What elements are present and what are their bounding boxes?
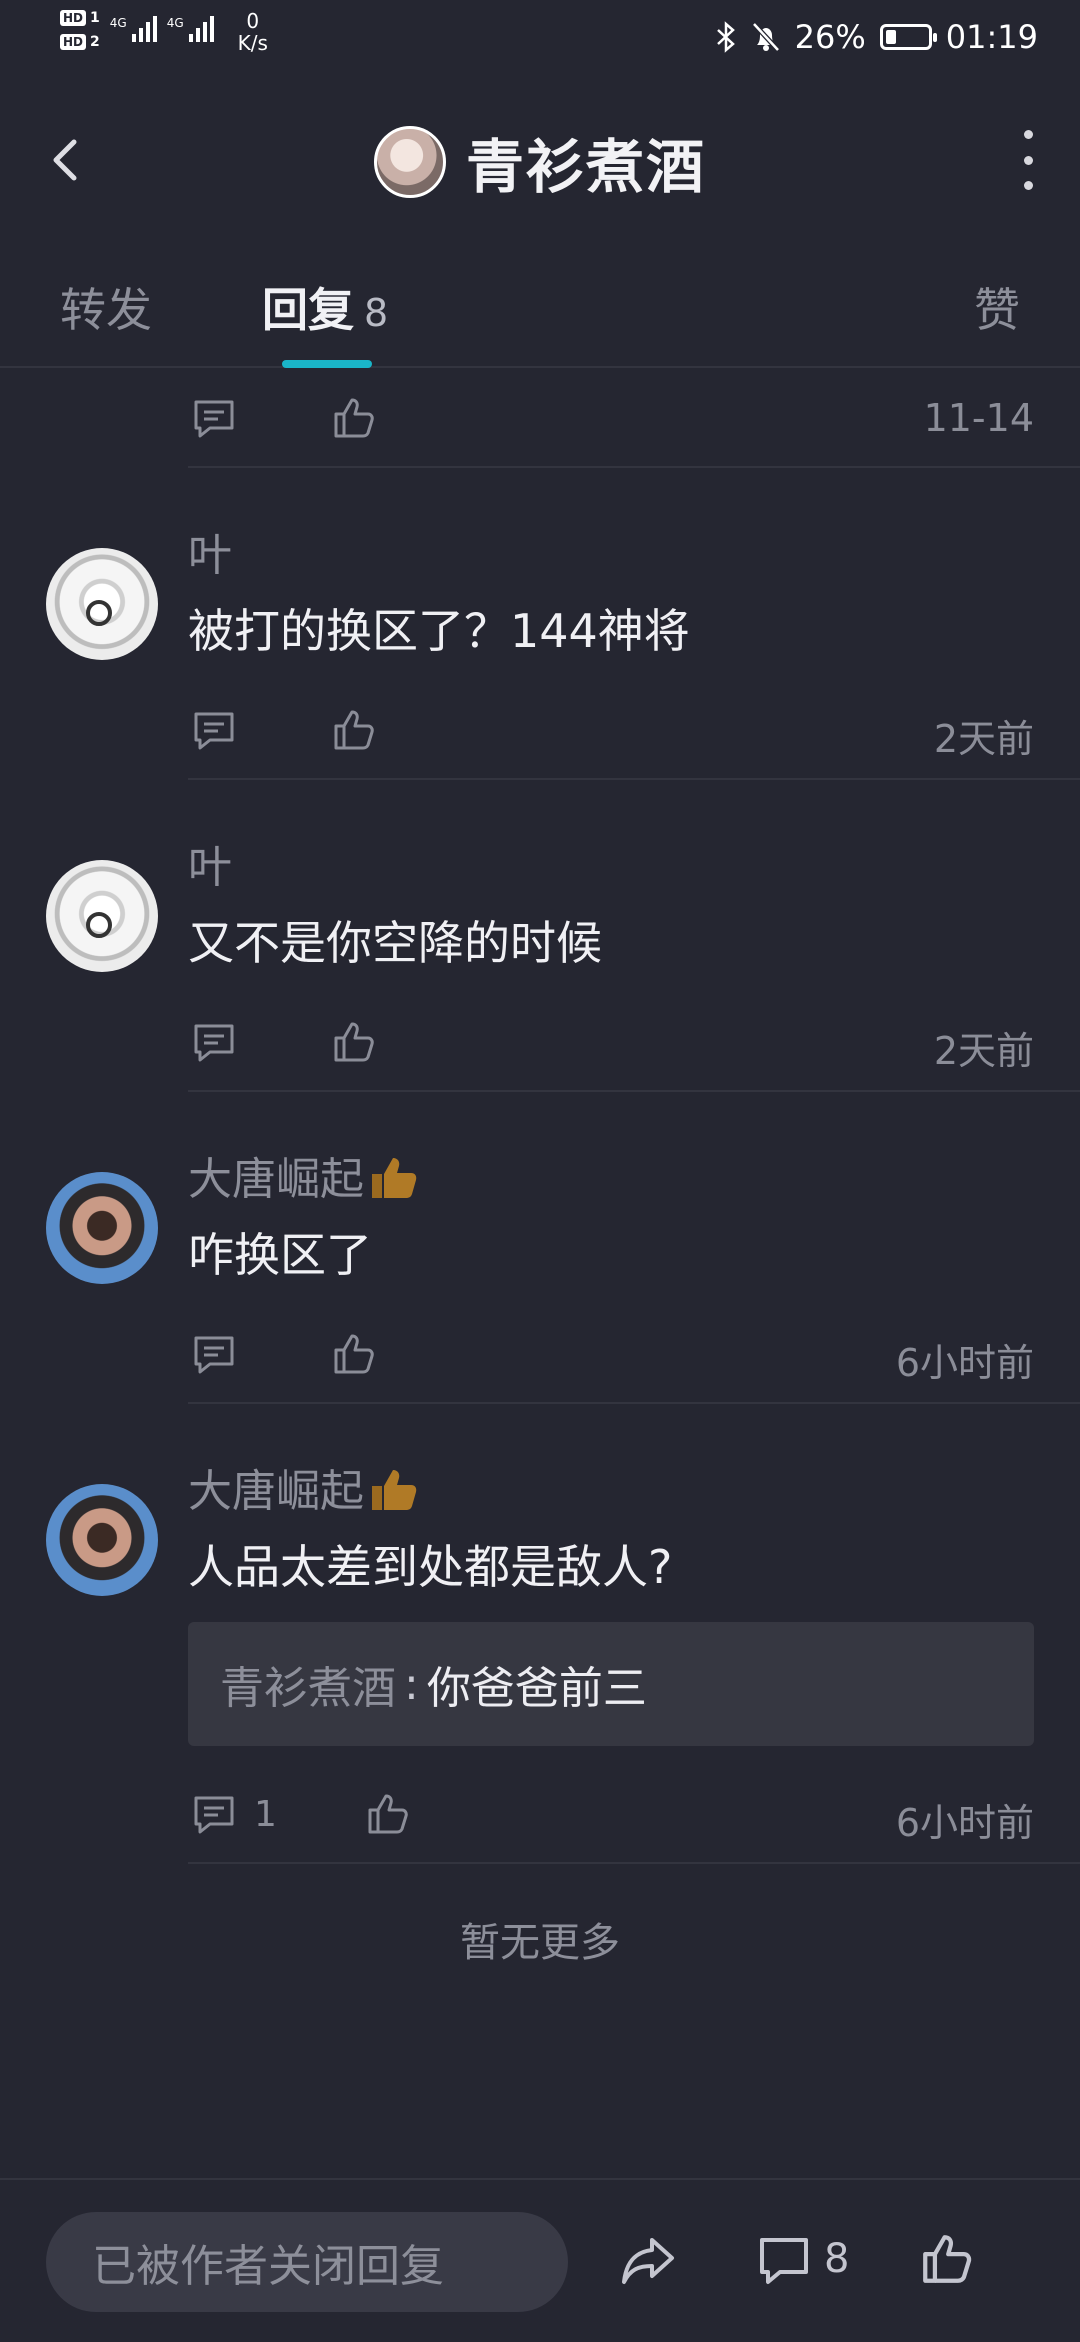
list-item: 大唐崛起 咋换区了 6小时前 — [0, 1092, 1080, 1404]
thumbs-up-emoji-icon — [368, 1154, 418, 1202]
comment-icon[interactable] — [190, 1018, 238, 1066]
tab-reply-count: 8 — [364, 291, 389, 335]
commenter-avatar[interactable] — [46, 548, 158, 660]
commenter-avatar[interactable] — [46, 1172, 158, 1284]
commenter-name-text: 大唐崛起 — [188, 1154, 364, 1205]
comment-text: 被打的换区了？144神将 — [188, 604, 690, 658]
sim-indicators: HD 1 HD 2 — [60, 10, 100, 50]
tab-like[interactable]: 赞 — [974, 274, 1020, 340]
comment-body: 叶 又不是你空降的时候 — [188, 838, 1080, 974]
status-right: 26% 01:19 — [715, 18, 1038, 56]
reply-input[interactable]: 已被作者关闭回复 — [46, 2212, 568, 2312]
comment-text: 又不是你空降的时候 — [188, 916, 602, 970]
quoted-author: 青衫煮酒 — [220, 1663, 396, 1714]
thumbs-up-emoji-icon — [368, 1466, 418, 1514]
sim1-badge: HD 1 — [60, 10, 100, 26]
bluetooth-icon — [716, 21, 735, 53]
comment-icon[interactable] — [190, 394, 238, 442]
comment-icon[interactable] — [190, 1330, 238, 1378]
no-more-text: 暂无更多 — [460, 1920, 620, 1966]
battery-icon — [879, 24, 937, 50]
like-icon[interactable] — [330, 1330, 378, 1378]
comment-time: 6小时前 — [895, 1801, 1034, 1845]
more-options-icon[interactable] — [1016, 130, 1040, 190]
commenter-avatar[interactable] — [46, 1484, 158, 1596]
commenter-name[interactable]: 叶 — [188, 526, 1080, 586]
like-icon[interactable] — [918, 2230, 976, 2288]
status-time: 01:19 — [945, 18, 1038, 56]
author-avatar[interactable] — [373, 126, 446, 198]
divider — [188, 1862, 1080, 1864]
quoted-reply[interactable]: 青衫煮酒 : 你爸爸前三 — [188, 1622, 1034, 1746]
comment-actions: 6小时前 — [0, 1302, 1080, 1402]
comment-actions: 2天前 — [0, 990, 1080, 1090]
commenter-name[interactable]: 大唐崛起 — [188, 1462, 1080, 1522]
like-icon[interactable] — [330, 394, 378, 442]
network-speed: 0 K/s — [237, 9, 268, 55]
commenter-name-text: 大唐崛起 — [188, 1466, 364, 1517]
tab-forward[interactable]: 转发 — [60, 274, 152, 340]
list-item: 叶 被打的换区了？144神将 2天前 — [0, 468, 1080, 780]
list-item: 叶 又不是你空降的时候 2天前 — [0, 780, 1080, 1092]
list-item: 大唐崛起 人品太差到处都是敌人? 青衫煮酒 : 你爸爸前三 1 6小时前 — [0, 1404, 1080, 1864]
commenter-avatar[interactable] — [46, 860, 158, 972]
comment-body: 叶 被打的换区了？144神将 — [188, 526, 1080, 662]
comment-time: 6小时前 — [895, 1341, 1034, 1385]
reply-count: 1 — [254, 1794, 277, 1835]
like-icon[interactable] — [364, 1790, 412, 1838]
comment-time: 2天前 — [933, 1029, 1034, 1073]
quote-separator: : — [404, 1658, 419, 1710]
comment-count: 8 — [824, 2236, 850, 2282]
reply-list: 11-14 叶 被打的换区了？144神将 2天前 叶 又不是你空降的时候 2天前 — [0, 366, 1080, 1968]
comment-body: 大唐崛起 咋换区了 — [188, 1150, 1080, 1286]
commenter-name[interactable]: 叶 — [188, 838, 1080, 898]
page-title: 青衫煮酒 — [465, 133, 706, 201]
signal-icon-2: 4G — [167, 16, 214, 42]
header-title-group[interactable]: 青衫煮酒 — [0, 120, 1080, 204]
comment-time: 11-14 — [923, 396, 1034, 440]
status-left: HD 1 HD 2 4G 4G 0 K/s — [60, 10, 268, 54]
comment-actions: 2天前 — [0, 678, 1080, 778]
comment-actions: 11-14 — [0, 366, 1080, 466]
comment-icon[interactable] — [190, 706, 238, 754]
comment-icon[interactable] — [756, 2232, 812, 2288]
tab-bar: 转发 回复 8 赞 — [0, 260, 1080, 368]
status-bar: HD 1 HD 2 4G 4G 0 K/s 26% 01:19 — [0, 0, 1080, 72]
share-icon[interactable] — [618, 2232, 678, 2288]
like-icon[interactable] — [330, 1018, 378, 1066]
header: 青衫煮酒 — [0, 100, 1080, 220]
comment-actions: 1 6小时前 — [0, 1762, 1080, 1862]
tab-reply[interactable]: 回复 8 — [262, 274, 388, 340]
battery-percent: 26% — [794, 18, 866, 56]
commenter-name[interactable]: 大唐崛起 — [188, 1150, 1080, 1210]
signal-icon-1: 4G — [110, 16, 157, 42]
tab-reply-label: 回复 — [262, 283, 354, 337]
comment-body: 大唐崛起 人品太差到处都是敌人? 青衫煮酒 : 你爸爸前三 — [188, 1462, 1080, 1746]
comment-time: 2天前 — [933, 717, 1034, 761]
quoted-text: 你爸爸前三 — [426, 1663, 647, 1714]
bottom-bar: 已被作者关闭回复 8 — [0, 2178, 1080, 2342]
comment-text: 咋换区了 — [188, 1228, 372, 1282]
comment-icon[interactable] — [190, 1790, 238, 1838]
sim2-badge: HD 2 — [60, 34, 100, 50]
comment-text: 人品太差到处都是敌人? — [188, 1540, 673, 1594]
like-icon[interactable] — [330, 706, 378, 754]
bell-muted-icon — [751, 22, 780, 52]
